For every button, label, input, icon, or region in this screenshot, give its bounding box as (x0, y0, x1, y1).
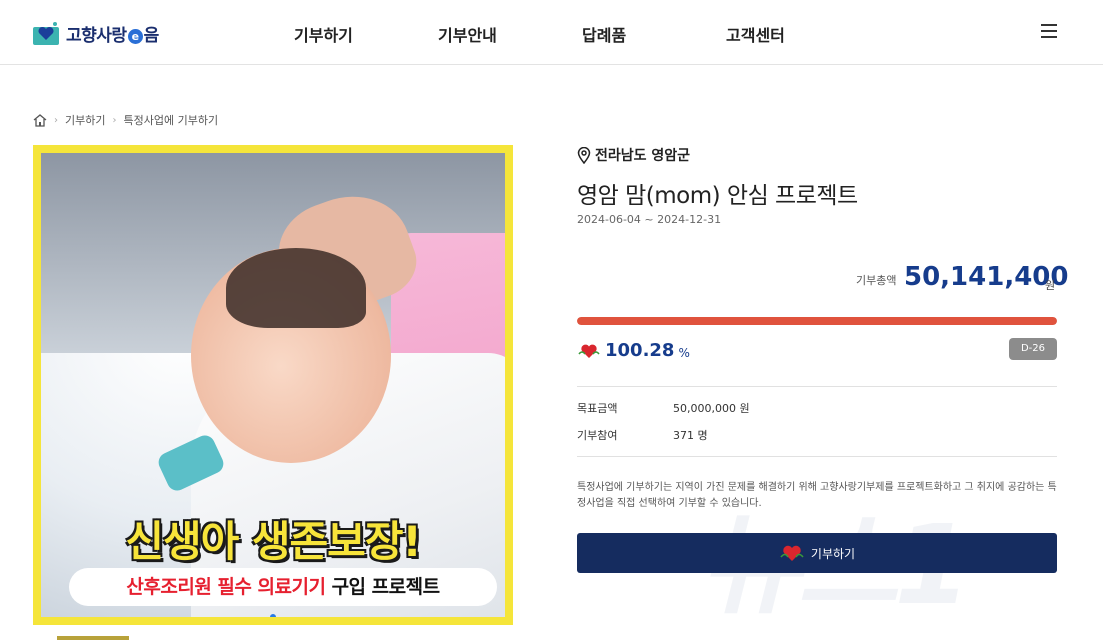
hamburger-menu-icon[interactable] (1041, 24, 1057, 38)
participants-value: 371 명 (673, 429, 708, 442)
divider (577, 456, 1057, 457)
carousel-dot[interactable] (270, 614, 276, 617)
nav-support[interactable]: 고객센터 (726, 22, 785, 46)
percent-sign: % (678, 345, 690, 360)
project-location: 전라남도 영암군 (577, 145, 690, 165)
breadcrumb-donate[interactable]: 기부하기 (65, 112, 105, 128)
thumbnail-strip[interactable] (57, 636, 129, 640)
breadcrumb: › 기부하기 › 특정사업에 기부하기 (33, 112, 218, 128)
nav-guide[interactable]: 기부안내 (438, 22, 497, 46)
heart-flower-icon (578, 344, 600, 358)
progress-bar (577, 317, 1057, 325)
chevron-right-icon: › (54, 114, 58, 126)
hero-subtitle: 산후조리원 필수 의료기기 구입 프로젝트 (69, 568, 497, 606)
chevron-right-icon: › (112, 114, 117, 126)
donate-button-label: 기부하기 (810, 546, 856, 561)
nav-donate[interactable]: 기부하기 (294, 22, 353, 46)
logo-text: 고향사랑 e 음 (66, 25, 159, 46)
breadcrumb-special-project[interactable]: 특정사업에 기부하기 (123, 112, 218, 128)
dday-badge: D-26 (1009, 338, 1057, 360)
nav-gifts[interactable]: 답례품 (582, 22, 626, 46)
achievement-rate: 100.28 % (577, 340, 690, 361)
hero-headline: 신생아 생존보장! (125, 517, 421, 566)
project-title: 영암 맘(mom) 안심 프로젝트 (577, 183, 858, 209)
heart-icon (780, 545, 804, 561)
progress-fill (577, 317, 1057, 325)
divider (577, 386, 1057, 387)
total-amount: 50,141,400 (904, 262, 1069, 292)
site-logo[interactable]: 고향사랑 e 음 (32, 20, 159, 46)
participants-label: 기부참여 (577, 429, 618, 442)
project-hero-image[interactable]: 신생아 생존보장! 산후조리원 필수 의료기기 구입 프로젝트 (33, 145, 513, 625)
total-label: 기부총액 (856, 274, 897, 287)
project-period: 2024-06-04 ~ 2024-12-31 (577, 213, 722, 226)
donate-button[interactable]: 기부하기 (577, 533, 1057, 573)
percent-value: 100.28 (605, 340, 675, 361)
site-header: 고향사랑 e 음 기부하기 기부안내 답례품 고객센터 (0, 0, 1103, 65)
total-unit: 원 (1045, 279, 1056, 292)
home-icon[interactable] (33, 113, 47, 127)
map-pin-icon (577, 146, 591, 164)
heart-box-logo-icon (33, 22, 59, 45)
goal-value: 50,000,000 원 (673, 402, 750, 415)
goal-label: 목표금액 (577, 402, 618, 415)
newborn-hair-shape (226, 248, 366, 328)
